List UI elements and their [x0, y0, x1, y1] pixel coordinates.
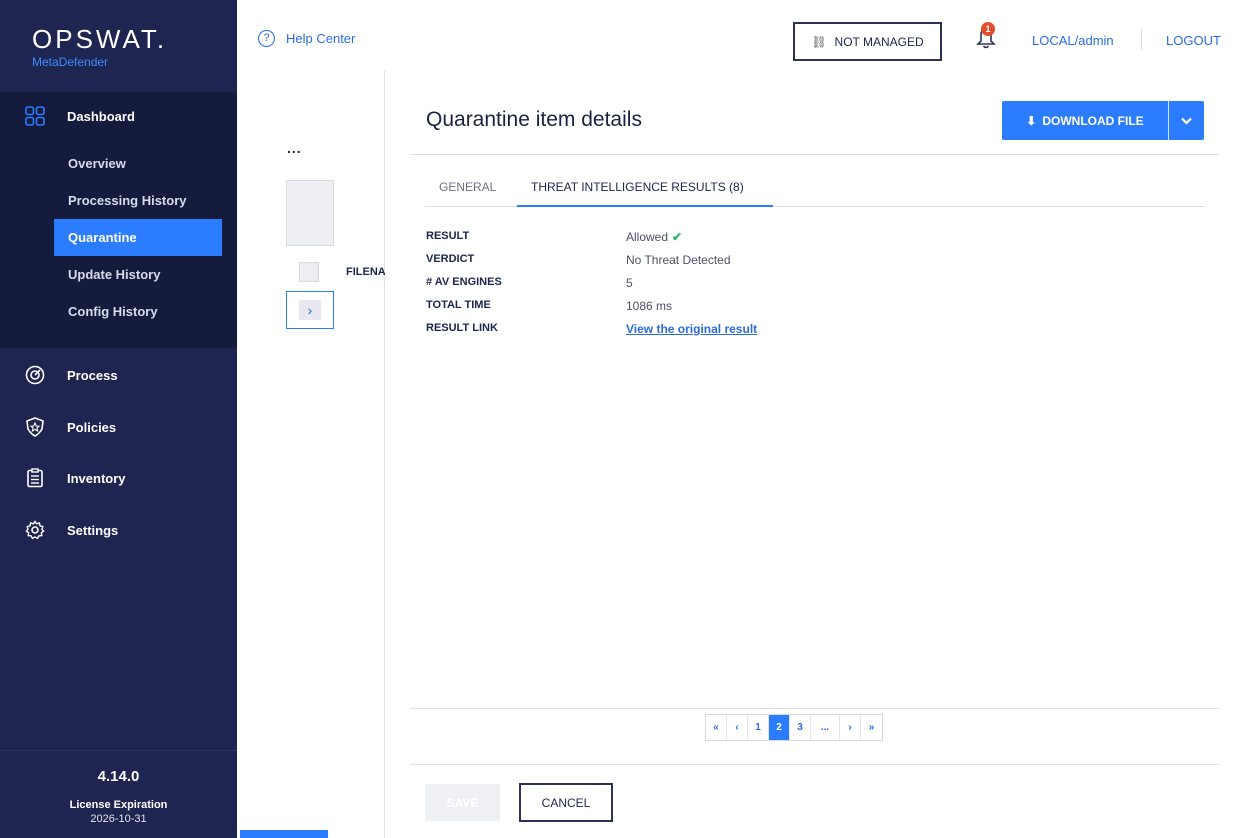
footer-divider [410, 764, 1219, 765]
download-file-label: DOWNLOAD FILE [1042, 113, 1144, 128]
file-thumbnail [286, 180, 334, 246]
download-file-button[interactable]: ⬇ DOWNLOAD FILE [1002, 101, 1168, 140]
unlink-icon: ⛓ [811, 34, 827, 49]
sidebar-item-quarantine[interactable]: Quarantine [54, 219, 222, 256]
field-value: Allowed ✔ [626, 230, 682, 244]
field-label: VERDICT [426, 253, 475, 265]
sidebar-item-config-history[interactable]: Config History [54, 293, 222, 330]
license-date: 2026-10-31 [90, 813, 147, 825]
page-button-3[interactable]: 3 [790, 715, 811, 740]
field-label: RESULT LINK [426, 322, 498, 334]
sidebar-item-dashboard[interactable]: Dashboard [0, 92, 237, 142]
sidebar-item-overview[interactable]: Overview [54, 145, 222, 182]
pagination-divider [410, 708, 1219, 709]
page-ellipsis-button[interactable]: ... [811, 715, 840, 740]
help-center-link[interactable]: ? Help Center [258, 30, 355, 47]
active-tab-indicator [517, 205, 773, 207]
save-button[interactable]: SAVE [425, 784, 500, 821]
user-menu[interactable]: LOCAL/admin [1032, 33, 1114, 48]
view-original-result-link[interactable]: View the original result [626, 322, 757, 336]
not-managed-button[interactable]: ⛓ NOT MANAGED [793, 22, 942, 61]
sidebar-item-label: Inventory [67, 471, 126, 486]
next-page-button[interactable]: › [840, 715, 861, 740]
sidebar-item-label: Process [67, 368, 118, 383]
notification-badge: 1 [981, 22, 995, 36]
quarantine-list-pane: ... FILENA › [237, 70, 385, 838]
sidebar-item-label: Settings [67, 523, 119, 538]
dashboard-section: Dashboard Overview Processing History Qu… [0, 92, 237, 348]
process-icon [25, 365, 45, 385]
sidebar-item-label: Dashboard [67, 109, 135, 124]
sidebar-item-processing-history[interactable]: Processing History [54, 182, 222, 219]
logout-button[interactable]: LOGOUT [1166, 33, 1221, 48]
sidebar-item-label: Policies [67, 420, 117, 435]
pagination: « ‹ 1 2 3 ... › » [705, 714, 883, 741]
field-label: TOTAL TIME [426, 299, 491, 311]
expand-row-button[interactable]: › [286, 291, 334, 329]
more-options-button[interactable]: ... [287, 140, 302, 156]
last-page-button[interactable]: » [861, 715, 882, 740]
chevron-right-icon: › [299, 300, 321, 320]
quarantine-detail-panel: Quarantine item details ⬇ DOWNLOAD FILE … [385, 70, 1239, 838]
dashboard-icon [25, 106, 45, 126]
brand: OPSWAT. MetaDefender [0, 0, 237, 90]
sidebar-footer: 4.14.0 License Expiration 2026-10-31 [0, 750, 237, 838]
download-icon: ⬇ [1026, 113, 1037, 128]
first-page-button[interactable]: « [706, 715, 727, 740]
shield-star-icon [26, 417, 44, 437]
cancel-button[interactable]: CANCEL [519, 783, 613, 822]
field-label: RESULT [426, 230, 470, 242]
download-options-dropdown[interactable] [1169, 101, 1204, 140]
header-divider [1141, 28, 1142, 50]
license-label: License Expiration [69, 799, 168, 811]
sidebar-item-settings[interactable]: Settings [0, 510, 237, 550]
sidebar-item-policies[interactable]: Policies [0, 407, 237, 447]
sidebar-item-update-history[interactable]: Update History [54, 256, 222, 293]
title-divider [410, 154, 1219, 155]
prev-page-button[interactable]: ‹ [727, 715, 748, 740]
gear-icon [25, 520, 45, 540]
page-button-2[interactable]: 2 [769, 715, 790, 740]
opswat-logo[interactable]: OPSWAT. [32, 26, 237, 52]
field-value: 5 [626, 276, 633, 290]
select-all-checkbox[interactable] [299, 262, 319, 282]
clipboard-icon [27, 468, 43, 488]
top-header: ? Help Center ⛓ NOT MANAGED 1 LOCAL/admi… [237, 0, 1239, 70]
product-name: MetaDefender [32, 55, 109, 69]
sidebar-item-process[interactable]: Process [0, 355, 237, 395]
tab-general[interactable]: GENERAL [439, 180, 496, 194]
tab-threat-intelligence[interactable]: THREAT INTELLIGENCE RESULTS (8) [531, 180, 744, 194]
download-file-button-group: ⬇ DOWNLOAD FILE [1002, 101, 1204, 140]
detail-tabs: GENERAL THREAT INTELLIGENCE RESULTS (8) [425, 176, 1205, 207]
filename-column-header[interactable]: FILENA [346, 266, 385, 278]
field-value: 1086 ms [626, 299, 673, 313]
page-title: Quarantine item details [426, 108, 642, 131]
field-value: No Threat Detected [626, 253, 731, 267]
not-managed-label: NOT MANAGED [834, 34, 924, 49]
chevron-down-icon [1181, 117, 1192, 125]
sidebar-item-inventory[interactable]: Inventory [0, 458, 237, 498]
field-label: # AV ENGINES [426, 276, 502, 288]
help-icon: ? [258, 30, 275, 47]
version-label: 4.14.0 [97, 768, 140, 785]
list-action-button[interactable] [240, 830, 328, 838]
check-icon: ✔ [672, 230, 683, 244]
result-value: Allowed [626, 230, 669, 244]
help-center-label: Help Center [286, 31, 356, 46]
page-button-1[interactable]: 1 [748, 715, 769, 740]
sidebar: OPSWAT. MetaDefender Dashboard Overview … [0, 0, 237, 838]
